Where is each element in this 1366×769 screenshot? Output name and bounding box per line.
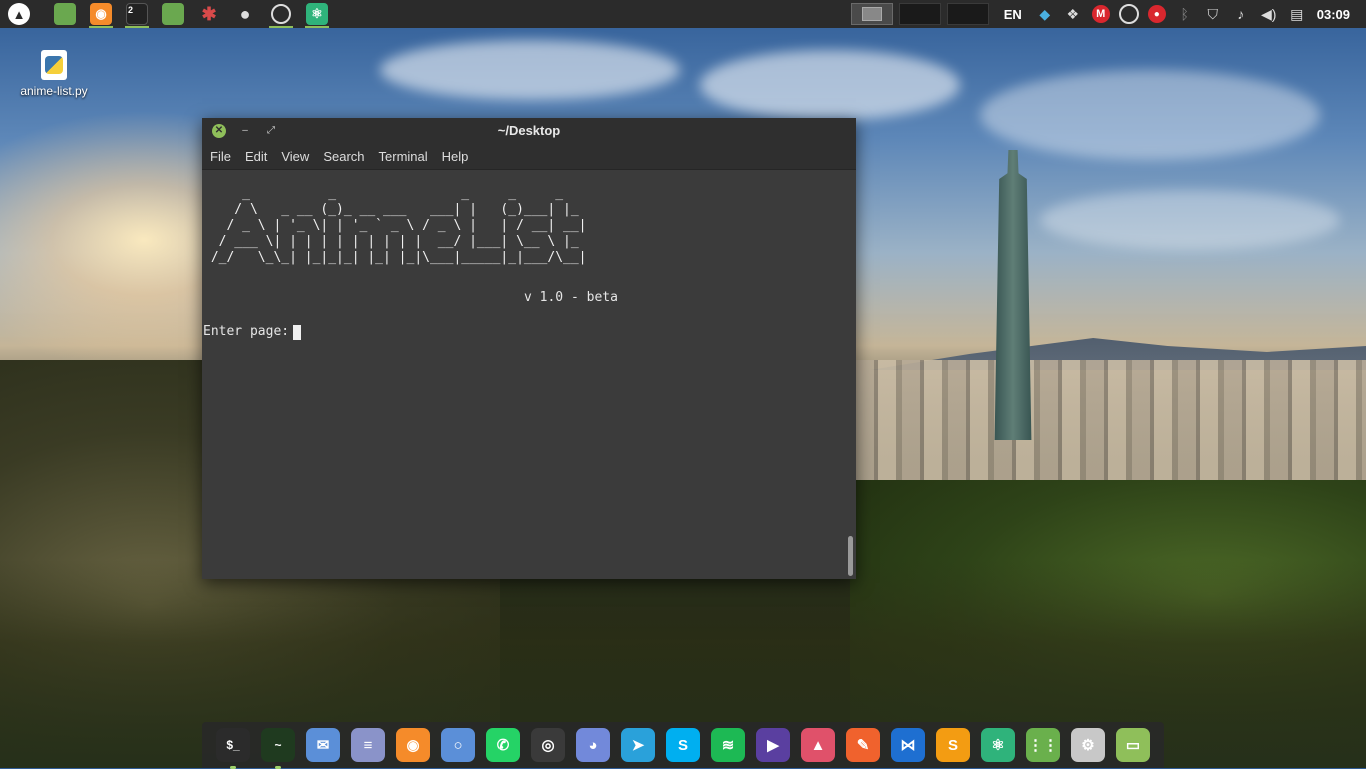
spider-icon: ✱: [201, 3, 217, 24]
terminal-window-count: 2: [128, 5, 134, 15]
terminal-icon: 2: [126, 3, 148, 25]
skype-icon[interactable]: S: [666, 728, 700, 762]
redshift-icon[interactable]: ●: [1147, 4, 1167, 24]
chromium-icon[interactable]: ○: [441, 728, 475, 762]
bird-icon: ●: [239, 3, 251, 24]
obs-launcher[interactable]: [266, 1, 296, 28]
system-monitor-icon[interactable]: ~: [261, 728, 295, 769]
firefox-launcher[interactable]: ◉: [86, 1, 116, 28]
menu-terminal[interactable]: Terminal: [373, 149, 434, 164]
desktop-file-anime-list[interactable]: anime-list.py: [16, 50, 92, 98]
menu-icon: ▲: [8, 3, 30, 25]
menu-view[interactable]: View: [275, 149, 315, 164]
workspace-2[interactable]: [898, 3, 941, 25]
notification-bell-icon[interactable]: ♪: [1231, 4, 1251, 24]
volume-icon[interactable]: ◀): [1259, 4, 1279, 24]
menu-help[interactable]: Help: [436, 149, 475, 164]
vscode-icon[interactable]: ⋈: [891, 728, 925, 762]
firefox-icon: ◉: [90, 3, 112, 25]
workspace-3[interactable]: [946, 3, 989, 25]
keyboard-layout[interactable]: EN: [1004, 7, 1022, 22]
video-player-icon[interactable]: ▶: [756, 728, 790, 762]
menu-file[interactable]: File: [204, 149, 237, 164]
wallpaper-cloud: [1040, 190, 1340, 250]
settings-icon[interactable]: ⚙: [1071, 728, 1105, 762]
panel-tray: EN ◆ ❖ M ● ᛒ ⛉ ♪ ◀) ▤ 03:09: [850, 0, 1366, 28]
terminal-output[interactable]: _ _ _ _ _ / \ _ __ (_)_ __ ___ ___| | (_…: [202, 170, 856, 579]
files-icon: [54, 3, 76, 25]
prompt-label: Enter page:: [203, 324, 290, 339]
desktop-file-label: anime-list.py: [20, 84, 88, 98]
terminal-menubar: File Edit View Search Terminal Help: [202, 143, 856, 170]
clipboard-icon[interactable]: ▤: [1287, 4, 1307, 24]
inkscape-icon[interactable]: ✎: [846, 728, 880, 762]
mega-icon[interactable]: M: [1091, 4, 1111, 24]
network-map-icon[interactable]: ◆: [1035, 4, 1055, 24]
input-prompt[interactable]: Enter page:: [203, 324, 302, 341]
terminal-launcher[interactable]: 2: [122, 1, 152, 28]
firefox-dock-icon[interactable]: ◉: [396, 728, 430, 762]
version-label: v 1.0 - beta: [524, 290, 618, 305]
folder-launcher[interactable]: [158, 1, 188, 27]
bluetooth-icon[interactable]: ᛒ: [1175, 4, 1195, 24]
dock: $_ ~ ✉ ≡ ◉ ○ ✆ ◎ ◕ ➤ S ≋ ▶ ▲ ✎ ⋈ S ⚛ ⋮⋮ ⚙ ▭: [202, 722, 1164, 769]
files-launcher[interactable]: [50, 1, 80, 27]
app-grid-icon[interactable]: ⋮⋮: [1026, 728, 1060, 762]
dropbox-icon[interactable]: ❖: [1063, 4, 1083, 24]
obs-tray-icon[interactable]: [1118, 4, 1139, 24]
clock[interactable]: 03:09: [1317, 7, 1350, 22]
ascii-art-banner: _ _ _ _ _ / \ _ __ (_)_ __ ___ ___| | (_…: [210, 186, 587, 265]
terminal-titlebar[interactable]: ✕ – ⤢ ~/Desktop: [202, 118, 856, 143]
spider-launcher[interactable]: ✱: [194, 1, 224, 27]
menu-search[interactable]: Search: [317, 149, 370, 164]
obs-icon: [271, 4, 291, 24]
discord-icon[interactable]: ◕: [576, 728, 610, 762]
telegram-icon[interactable]: ➤: [621, 728, 655, 762]
text-cursor: [293, 324, 302, 340]
bird-launcher[interactable]: ●: [230, 1, 260, 27]
top-panel: ▲ ◉ 2 ✱ ● ⚛ EN ◆ ❖ M ● ᛒ ⛉ ♪ ◀) ▤ 03:09: [0, 0, 1366, 28]
mail-icon[interactable]: ✉: [306, 728, 340, 762]
maximize-icon[interactable]: ⤢: [264, 124, 278, 138]
image-viewer-icon[interactable]: ▲: [801, 728, 835, 762]
scrollbar[interactable]: [848, 536, 853, 576]
wallpaper-tower: [994, 150, 1032, 440]
files-dock-icon[interactable]: ▭: [1116, 728, 1150, 762]
spotify-icon[interactable]: ≋: [711, 728, 745, 762]
terminal-dock-icon[interactable]: $_: [216, 728, 250, 769]
whatsapp-icon[interactable]: ✆: [486, 728, 520, 762]
atom-dock-icon[interactable]: ⚛: [981, 728, 1015, 762]
folder-icon: [162, 3, 184, 25]
terminal-window: ✕ – ⤢ ~/Desktop File Edit View Search Te…: [202, 118, 856, 579]
window-title: ~/Desktop: [497, 123, 561, 138]
menu-edit[interactable]: Edit: [239, 149, 273, 164]
python-file-icon: [41, 50, 67, 80]
sublime-icon[interactable]: S: [936, 728, 970, 762]
obs-dock-icon[interactable]: ◎: [531, 728, 565, 762]
wallpaper-cloud: [380, 40, 680, 100]
minimize-icon[interactable]: –: [238, 124, 252, 138]
panel-launchers: ▲ ◉ 2 ✱ ● ⚛: [0, 0, 338, 28]
wallpaper-cloud: [700, 50, 960, 120]
shield-icon[interactable]: ⛉: [1203, 4, 1223, 24]
atom-icon: ⚛: [306, 3, 328, 25]
workspace-1[interactable]: [850, 3, 893, 25]
menu-button[interactable]: ▲: [4, 1, 34, 27]
atom-launcher[interactable]: ⚛: [302, 1, 332, 28]
wallpaper-cloud: [980, 70, 1320, 160]
close-icon[interactable]: ✕: [212, 123, 226, 138]
text-editor-icon[interactable]: ≡: [351, 728, 385, 762]
